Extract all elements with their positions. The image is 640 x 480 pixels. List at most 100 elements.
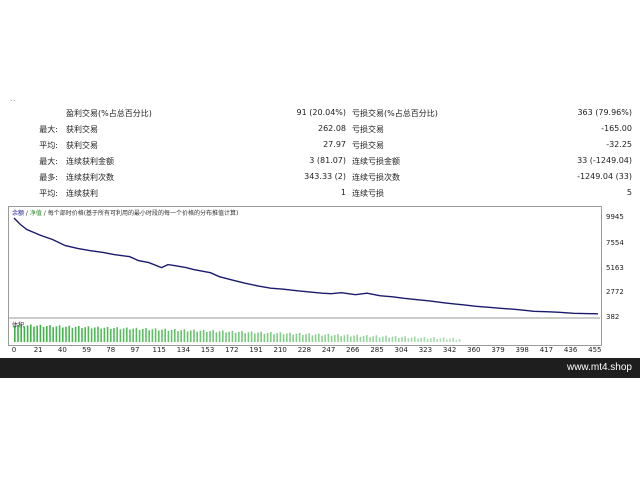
volume-bar <box>388 337 390 342</box>
volume-bar <box>286 333 288 342</box>
volume-bar <box>340 336 342 342</box>
x-tick-label: 134 <box>176 346 191 354</box>
volume-bar <box>362 335 365 342</box>
volume-bar <box>238 332 240 342</box>
volume-bar <box>337 334 339 342</box>
volume-label: 体积 <box>12 322 25 329</box>
volume-bar <box>254 333 256 342</box>
volume-bar <box>113 328 115 342</box>
volume-bar <box>65 326 67 342</box>
volume-bar <box>353 335 355 342</box>
volume-bar <box>84 327 86 342</box>
volume-bar <box>391 336 394 342</box>
volume-bar <box>436 339 438 342</box>
x-tick-label: 247 <box>321 346 336 354</box>
y-tick-label: 2772 <box>606 288 624 296</box>
volume-bar <box>183 329 186 342</box>
volume-bar <box>193 329 195 342</box>
volume-bar <box>209 331 211 342</box>
volume-bar <box>366 335 368 342</box>
volume-bar <box>30 324 32 342</box>
balance-line <box>13 217 599 315</box>
volume-bar <box>100 328 102 342</box>
volume-bar <box>423 336 426 342</box>
x-tick-label: 304 <box>394 346 408 354</box>
volume-bar <box>398 338 400 342</box>
volume-bar <box>87 326 90 342</box>
volume-bar <box>94 327 96 342</box>
volume-bar <box>174 329 176 342</box>
x-tick-label: 436 <box>563 346 578 354</box>
x-tick-label: 191 <box>249 346 263 354</box>
x-tick-label: 398 <box>515 346 529 354</box>
volume-bar <box>350 336 352 342</box>
volume-bar <box>298 332 301 342</box>
y-tick-label: 7554 <box>606 239 624 247</box>
volume-bar <box>90 328 93 342</box>
volume-bar <box>276 333 278 342</box>
volume-bar <box>369 337 371 342</box>
x-tick-label: 323 <box>418 346 433 354</box>
volume-bar <box>26 325 29 342</box>
volume-bar <box>74 326 77 342</box>
volume-bar <box>170 329 173 342</box>
volume-bar <box>58 325 61 342</box>
volume-bar <box>407 338 410 342</box>
volume-bar <box>206 332 208 342</box>
volume-bar <box>215 332 218 342</box>
volume-bar <box>46 326 48 342</box>
volume-bar <box>282 334 285 342</box>
volume-bar <box>122 328 125 342</box>
volume-bar <box>71 327 74 342</box>
y-tick-label: 382 <box>606 313 620 321</box>
volume-bar <box>324 334 326 342</box>
volume-bar <box>260 331 262 342</box>
volume-bar <box>212 330 214 342</box>
volume-bar <box>33 326 35 342</box>
volume-bar <box>433 337 435 342</box>
x-tick-label: 78 <box>106 346 116 354</box>
volume-bar <box>154 328 157 342</box>
volume-bar <box>343 335 346 342</box>
volume-bar <box>202 329 205 342</box>
volume-bar <box>199 330 202 342</box>
volume-bar <box>228 331 230 342</box>
legend-equity: 净值 <box>29 210 42 217</box>
volume-bar <box>449 338 451 342</box>
volume-bar <box>244 333 246 342</box>
volume-bar <box>378 337 381 342</box>
volume-bar <box>442 337 445 342</box>
x-tick-label: 59 <box>82 346 92 354</box>
volume-bar <box>55 326 58 342</box>
volume-bar <box>196 331 198 342</box>
volume-bar <box>116 327 118 342</box>
volume-bar <box>36 325 38 342</box>
volume-bar <box>145 328 147 342</box>
volume-bar <box>103 327 106 342</box>
volume-bar <box>106 326 109 342</box>
volume-bar <box>119 329 122 342</box>
x-tick-label: 97 <box>130 346 140 354</box>
volume-bar <box>375 335 378 342</box>
volume-bar <box>334 335 336 342</box>
volume-bar <box>385 335 387 342</box>
volume-bar <box>180 330 182 342</box>
volume-bar <box>295 333 298 342</box>
volume-bar <box>414 336 416 342</box>
volume-bar <box>314 334 317 342</box>
x-tick-label: 455 <box>588 346 602 354</box>
volume-bar <box>250 331 253 342</box>
volume-bar <box>321 335 323 342</box>
volume-bar <box>401 337 403 342</box>
legend-description: / 每个部时价格(基于所有可利用的最小时段的每一个价格的分布推值计算) <box>41 210 239 217</box>
chart-canvas <box>9 217 600 342</box>
volume-bar <box>404 336 406 342</box>
x-tick-label: 172 <box>225 346 239 354</box>
volume-bar <box>410 337 413 342</box>
volume-bar <box>452 337 454 342</box>
volume-bar <box>62 327 64 342</box>
volume-bar <box>458 338 461 342</box>
x-tick-label: 228 <box>297 346 312 354</box>
volume-bar <box>263 333 266 342</box>
volume-bar <box>289 332 291 342</box>
